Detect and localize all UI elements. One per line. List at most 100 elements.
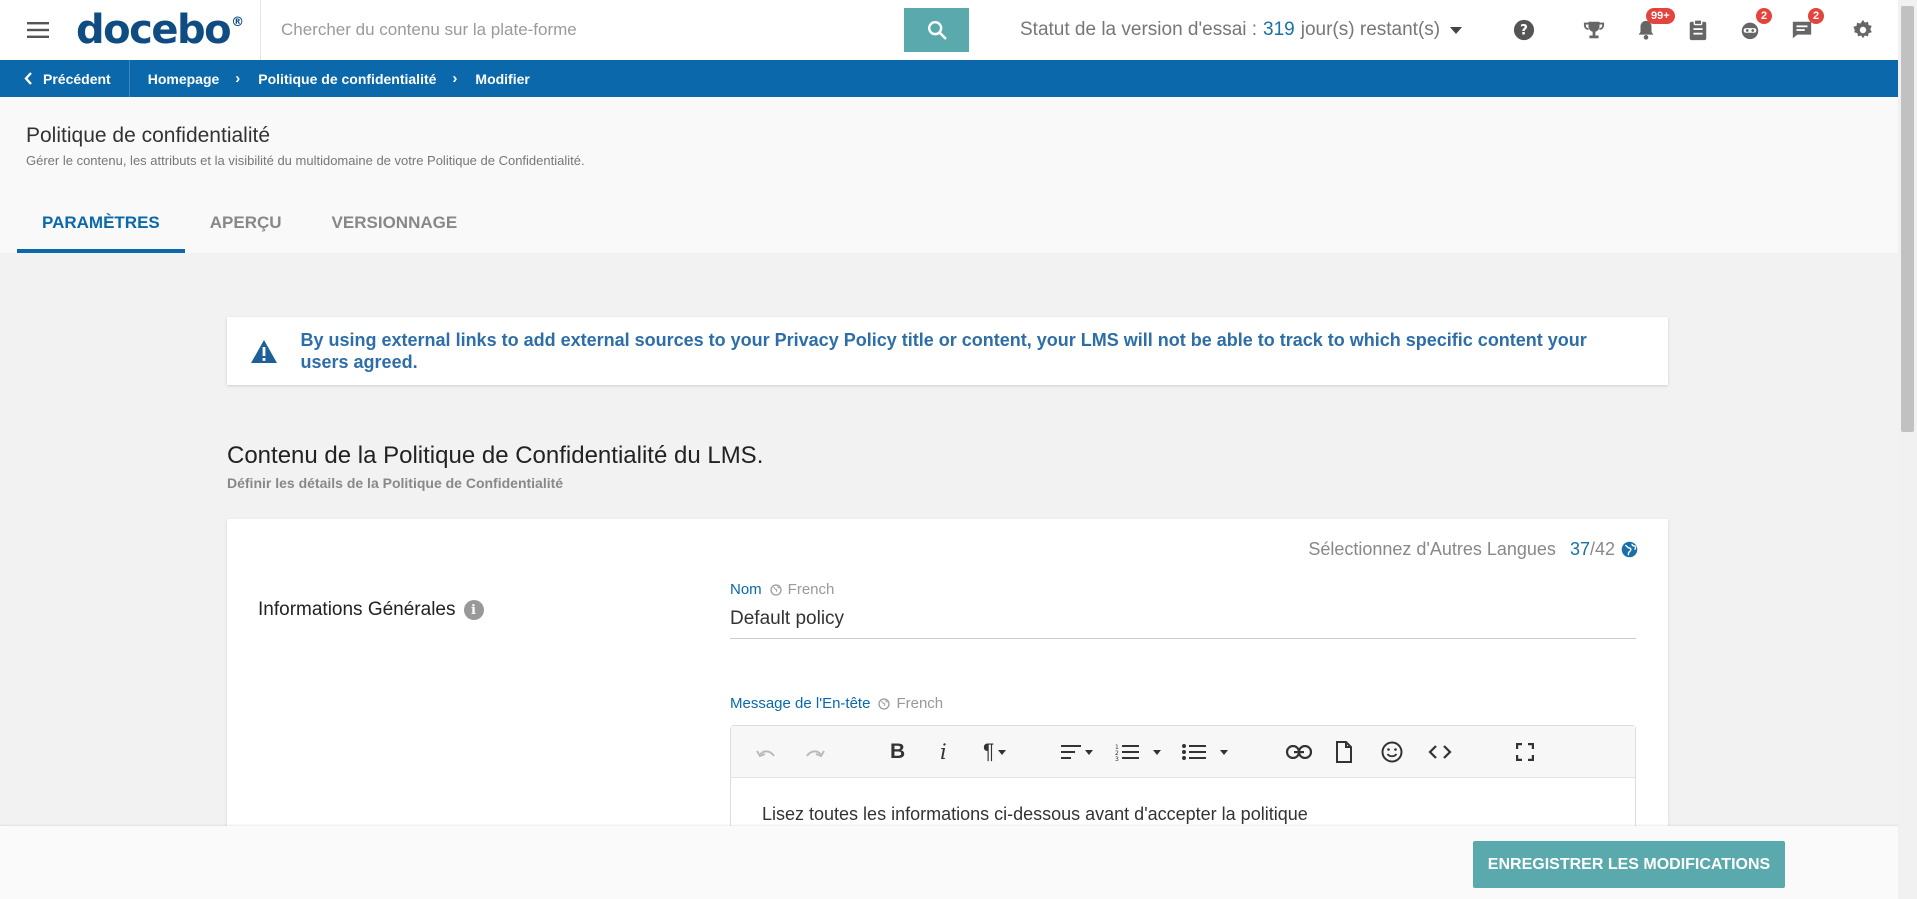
chevron-right-icon: › <box>452 70 458 87</box>
notifications-button[interactable]: 99+ <box>1620 0 1675 60</box>
caret-down-icon <box>1085 749 1093 755</box>
align-button[interactable] <box>1061 738 1093 766</box>
help-icon: ? <box>1513 19 1535 41</box>
languages-count: 37 <box>1569 539 1590 559</box>
redo-icon <box>806 750 825 758</box>
scrollbar-thumb[interactable] <box>1901 6 1914 432</box>
header-msg-label: Message de l'En-tête <box>730 695 871 712</box>
clipboard-button[interactable] <box>1672 0 1724 60</box>
pilcrow-icon: ¶ <box>983 740 995 763</box>
code-icon <box>1428 745 1452 759</box>
caret-down-icon <box>1450 26 1463 34</box>
name-field[interactable]: Default policy <box>730 608 1636 639</box>
warning-icon <box>227 339 301 364</box>
file-icon <box>1336 741 1352 763</box>
external-links-warning: By using external links to add external … <box>227 317 1668 385</box>
languages-label: Sélectionnez d'Autres Langues <box>1308 539 1556 559</box>
general-info-text: Informations Générales <box>258 599 456 620</box>
undo-button[interactable] <box>755 738 777 766</box>
globe-icon <box>878 697 891 710</box>
paragraph-format-button[interactable]: ¶ <box>983 738 1007 766</box>
page-header: Politique de confidentialité Gérer le co… <box>0 97 1898 253</box>
breadcrumb-modify-label: Modifier <box>475 70 530 87</box>
general-info-label: Informations Générales i <box>258 599 484 621</box>
tab-versionnage[interactable]: VERSIONNAGE <box>307 207 483 253</box>
svg-text:3: 3 <box>1115 756 1119 761</box>
header-message-label: Message de l'En-tête French <box>730 695 943 712</box>
page-subtitle: Gérer le contenu, les attributs et la vi… <box>26 153 585 168</box>
warning-text: By using external links to add external … <box>300 330 1587 372</box>
gear-icon <box>1853 19 1872 39</box>
globe-icon <box>1621 541 1638 558</box>
hamburger-menu-icon[interactable] <box>0 0 76 60</box>
header-msg-lang: French <box>896 695 944 712</box>
name-lang: French <box>787 581 835 598</box>
footer-bar: ENREGISTRER LES MODIFICATIONS <box>0 826 1898 899</box>
fullscreen-button[interactable] <box>1516 738 1534 766</box>
breadcrumb-homepage-label: Homepage <box>147 70 220 87</box>
header-icons: ? 99+ 2 2 <box>1498 0 1898 60</box>
page-title: Politique de confidentialité <box>26 124 271 147</box>
trophy-button[interactable] <box>1568 0 1620 60</box>
trial-suffix: jour(s) restant(s) <box>1300 19 1441 40</box>
globe-icon <box>770 583 782 596</box>
page-scrollbar[interactable] <box>1898 0 1917 899</box>
link-button[interactable] <box>1286 738 1312 766</box>
chevron-left-icon <box>24 72 32 85</box>
messages-badge: 2 <box>1808 8 1825 24</box>
bold-icon[interactable]: B <box>890 738 905 766</box>
search-button[interactable] <box>904 8 969 52</box>
logo-text: docebo <box>76 7 232 53</box>
fullscreen-icon <box>1516 743 1534 761</box>
trial-status-dropdown[interactable]: Statut de la version d'essai : 319 jour(… <box>1020 19 1463 41</box>
save-changes-button[interactable]: ENREGISTRER LES MODIFICATIONS <box>1473 841 1785 888</box>
search-icon <box>927 21 947 40</box>
top-header: docebo ® Chercher du contenu sur la plate… <box>0 0 1898 60</box>
messages-button[interactable]: 2 <box>1776 0 1828 60</box>
clipboard-icon <box>1689 19 1707 41</box>
ordered-list-icon: 123 <box>1115 744 1139 761</box>
select-languages-link[interactable]: Sélectionnez d'Autres Langues 37/42 <box>1308 539 1638 560</box>
header-msg-lang-indicator: French <box>878 695 943 712</box>
settings-button[interactable] <box>1828 0 1898 60</box>
breadcrumb-homepage[interactable]: Homepage <box>130 71 220 87</box>
tab-bar: PARAMÈTRES APERÇU VERSIONNAGE <box>17 207 482 253</box>
info-icon[interactable]: i <box>463 600 484 620</box>
emoji-icon <box>1381 741 1403 763</box>
section-subtitle: Définir les détails de la Politique de C… <box>227 475 564 491</box>
caret-down-icon <box>1153 749 1161 755</box>
back-button[interactable]: Précédent <box>0 60 130 97</box>
breadcrumb-modify: Modifier <box>457 71 529 87</box>
trophy-icon <box>1583 21 1605 39</box>
search-input[interactable]: Chercher du contenu sur la plate-forme <box>261 8 904 52</box>
robot-button[interactable]: 2 <box>1724 0 1776 60</box>
chevron-right-icon: › <box>235 70 241 87</box>
name-field-label: Nom French <box>730 581 834 598</box>
ordered-list-button[interactable]: 123 <box>1115 738 1161 766</box>
back-label: Précédent <box>43 70 111 87</box>
notifications-badge: 99+ <box>1646 8 1675 24</box>
code-view-button[interactable] <box>1428 738 1452 766</box>
docebo-logo[interactable]: docebo ® <box>76 0 261 60</box>
unordered-list-button[interactable] <box>1182 738 1228 766</box>
unordered-list-icon <box>1182 744 1206 760</box>
robot-icon <box>1741 22 1759 40</box>
redo-button[interactable] <box>804 738 826 766</box>
trial-days: 319 <box>1263 19 1295 40</box>
help-button[interactable]: ? <box>1498 0 1550 60</box>
align-left-icon <box>1061 745 1081 759</box>
svg-text:?: ? <box>1520 23 1528 39</box>
italic-icon[interactable]: i <box>940 738 947 766</box>
breadcrumb-privacy-label: Politique de confidentialité <box>258 70 437 87</box>
insert-file-button[interactable] <box>1335 738 1353 766</box>
section-title: Contenu de la Politique de Confidentiali… <box>227 442 764 469</box>
tab-apercu[interactable]: APERÇU <box>185 207 307 253</box>
tab-parametres[interactable]: PARAMÈTRES <box>17 207 185 253</box>
link-icon <box>1286 745 1312 759</box>
caret-down-icon <box>998 749 1007 755</box>
trial-label: Statut de la version d'essai : <box>1020 19 1258 40</box>
logo-registered: ® <box>231 14 245 30</box>
robot-badge: 2 <box>1756 8 1773 24</box>
emoji-button[interactable] <box>1381 738 1403 766</box>
breadcrumb-privacy-policy[interactable]: Politique de confidentialité <box>240 71 436 87</box>
